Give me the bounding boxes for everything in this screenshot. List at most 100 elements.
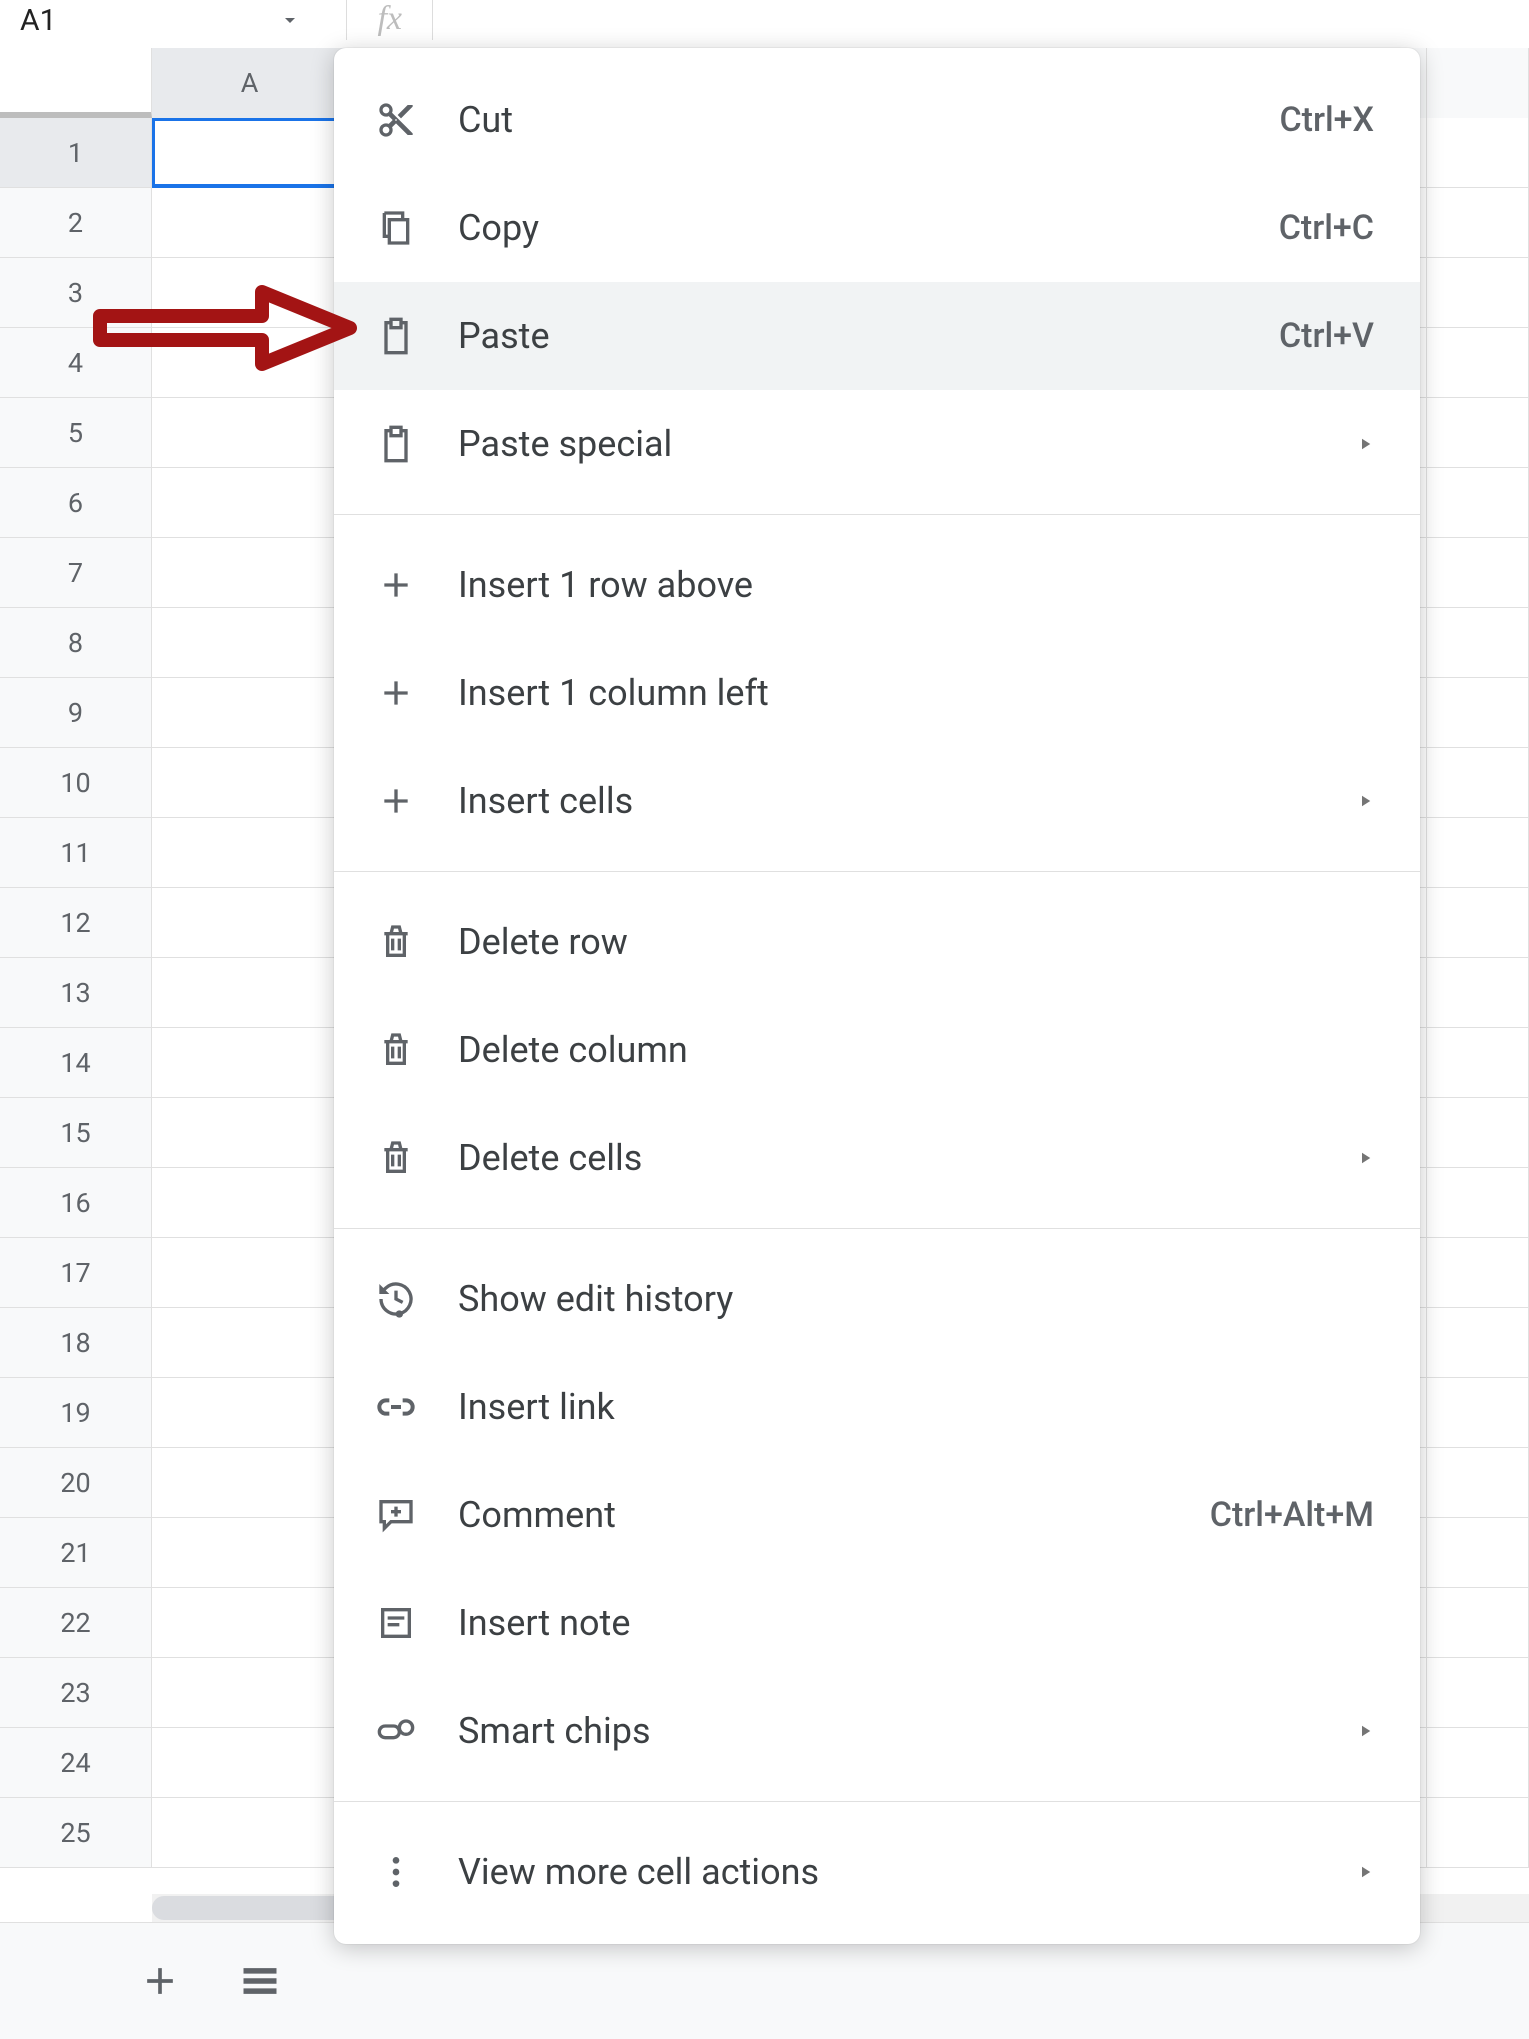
cell-A15[interactable] — [152, 1098, 348, 1168]
column-header-C[interactable]: C — [1427, 48, 1529, 118]
row-header-10[interactable]: 10 — [0, 748, 152, 818]
cell-C4[interactable] — [1427, 328, 1529, 398]
menu-item-delete-row[interactable]: Delete row — [334, 888, 1420, 996]
cell-C12[interactable] — [1427, 888, 1529, 958]
column-header-A[interactable]: A — [152, 48, 348, 118]
cell-A8[interactable] — [152, 608, 348, 678]
cell-A25[interactable] — [152, 1798, 348, 1868]
cell-C8[interactable] — [1427, 608, 1529, 678]
menu-item-delete-col[interactable]: Delete column — [334, 996, 1420, 1104]
select-all-corner[interactable] — [0, 48, 152, 118]
cell-C15[interactable] — [1427, 1098, 1529, 1168]
cell-C5[interactable] — [1427, 398, 1529, 468]
cell-A3[interactable] — [152, 258, 348, 328]
menu-item-cut[interactable]: CutCtrl+X — [334, 66, 1420, 174]
cell-A21[interactable] — [152, 1518, 348, 1588]
menu-item-insert-row-above[interactable]: Insert 1 row above — [334, 531, 1420, 639]
cell-A4[interactable] — [152, 328, 348, 398]
menu-item-smart-chips[interactable]: Smart chips — [334, 1677, 1420, 1785]
add-sheet-button[interactable] — [110, 1931, 210, 2031]
row-header-12[interactable]: 12 — [0, 888, 152, 958]
menu-item-more-actions[interactable]: View more cell actions — [334, 1818, 1420, 1926]
cell-C18[interactable] — [1427, 1308, 1529, 1378]
row-header-13[interactable]: 13 — [0, 958, 152, 1028]
row-header-11[interactable]: 11 — [0, 818, 152, 888]
menu-item-insert-note[interactable]: Insert note — [334, 1569, 1420, 1677]
name-box[interactable]: A1 — [0, 0, 324, 40]
all-sheets-button[interactable] — [210, 1931, 310, 2031]
row-header-24[interactable]: 24 — [0, 1728, 152, 1798]
cell-C24[interactable] — [1427, 1728, 1529, 1798]
row-header-3[interactable]: 3 — [0, 258, 152, 328]
cell-C16[interactable] — [1427, 1168, 1529, 1238]
menu-item-paste[interactable]: PasteCtrl+V — [334, 282, 1420, 390]
row-header-21[interactable]: 21 — [0, 1518, 152, 1588]
row-header-2[interactable]: 2 — [0, 188, 152, 258]
row-header-8[interactable]: 8 — [0, 608, 152, 678]
row-header-19[interactable]: 19 — [0, 1378, 152, 1448]
cell-C9[interactable] — [1427, 678, 1529, 748]
cell-C13[interactable] — [1427, 958, 1529, 1028]
row-header-22[interactable]: 22 — [0, 1588, 152, 1658]
cell-A22[interactable] — [152, 1588, 348, 1658]
row-header-9[interactable]: 9 — [0, 678, 152, 748]
cell-C21[interactable] — [1427, 1518, 1529, 1588]
row-header-6[interactable]: 6 — [0, 468, 152, 538]
row-header-16[interactable]: 16 — [0, 1168, 152, 1238]
menu-item-paste-special[interactable]: Paste special — [334, 390, 1420, 498]
cell-A7[interactable] — [152, 538, 348, 608]
cell-A24[interactable] — [152, 1728, 348, 1798]
row-header-25[interactable]: 25 — [0, 1798, 152, 1868]
cell-A18[interactable] — [152, 1308, 348, 1378]
cell-C7[interactable] — [1427, 538, 1529, 608]
cell-A12[interactable] — [152, 888, 348, 958]
cell-A19[interactable] — [152, 1378, 348, 1448]
name-box-dropdown-icon[interactable] — [278, 8, 302, 32]
cell-C14[interactable] — [1427, 1028, 1529, 1098]
cell-C22[interactable] — [1427, 1588, 1529, 1658]
menu-item-comment[interactable]: CommentCtrl+Alt+M — [334, 1461, 1420, 1569]
menu-item-insert-cells[interactable]: Insert cells — [334, 747, 1420, 855]
row-header-15[interactable]: 15 — [0, 1098, 152, 1168]
cell-A10[interactable] — [152, 748, 348, 818]
cell-C23[interactable] — [1427, 1658, 1529, 1728]
cell-A6[interactable] — [152, 468, 348, 538]
cell-A13[interactable] — [152, 958, 348, 1028]
cell-A5[interactable] — [152, 398, 348, 468]
cell-C2[interactable] — [1427, 188, 1529, 258]
menu-item-edit-history[interactable]: Show edit history — [334, 1245, 1420, 1353]
cell-C3[interactable] — [1427, 258, 1529, 328]
cell-C11[interactable] — [1427, 818, 1529, 888]
row-header-20[interactable]: 20 — [0, 1448, 152, 1518]
cell-A17[interactable] — [152, 1238, 348, 1308]
cell-A9[interactable] — [152, 678, 348, 748]
menu-item-insert-col-left[interactable]: Insert 1 column left — [334, 639, 1420, 747]
row-header-18[interactable]: 18 — [0, 1308, 152, 1378]
row-header-7[interactable]: 7 — [0, 538, 152, 608]
cell-A23[interactable] — [152, 1658, 348, 1728]
cell-C19[interactable] — [1427, 1378, 1529, 1448]
formula-bar-strip: A1 fx — [0, 0, 1529, 48]
cell-C25[interactable] — [1427, 1798, 1529, 1868]
menu-item-delete-cells[interactable]: Delete cells — [334, 1104, 1420, 1212]
menu-item-copy[interactable]: CopyCtrl+C — [334, 174, 1420, 282]
cell-C17[interactable] — [1427, 1238, 1529, 1308]
row-header-23[interactable]: 23 — [0, 1658, 152, 1728]
cell-A14[interactable] — [152, 1028, 348, 1098]
row-header-14[interactable]: 14 — [0, 1028, 152, 1098]
menu-item-insert-link[interactable]: Insert link — [334, 1353, 1420, 1461]
cell-C1[interactable] — [1427, 118, 1529, 188]
cell-A11[interactable] — [152, 818, 348, 888]
row-header-1[interactable]: 1 — [0, 118, 152, 188]
cell-C10[interactable] — [1427, 748, 1529, 818]
cell-A2[interactable] — [152, 188, 348, 258]
cell-A16[interactable] — [152, 1168, 348, 1238]
cell-C6[interactable] — [1427, 468, 1529, 538]
cell-A1[interactable] — [152, 118, 348, 188]
row-header-17[interactable]: 17 — [0, 1238, 152, 1308]
menu-item-label: Delete column — [458, 1029, 1374, 1071]
cell-C20[interactable] — [1427, 1448, 1529, 1518]
row-header-5[interactable]: 5 — [0, 398, 152, 468]
row-header-4[interactable]: 4 — [0, 328, 152, 398]
cell-A20[interactable] — [152, 1448, 348, 1518]
